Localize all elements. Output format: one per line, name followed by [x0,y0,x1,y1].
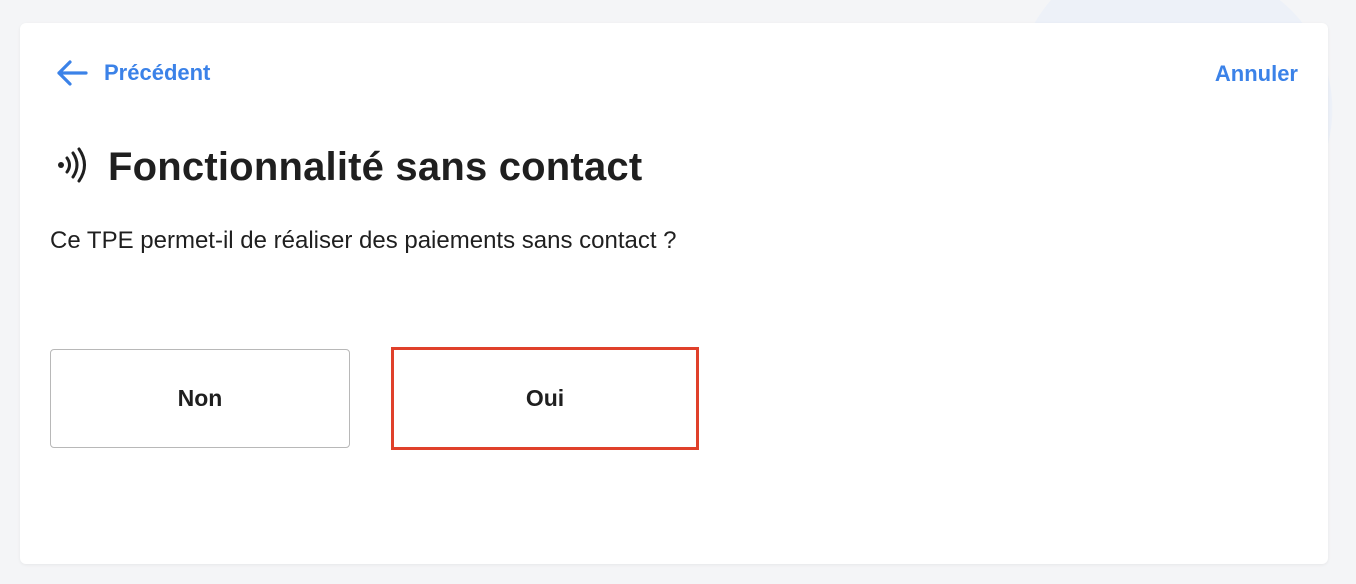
back-button[interactable]: Précédent [56,59,210,87]
page-title: Fonctionnalité sans contact [108,145,643,189]
title-row: Fonctionnalité sans contact [54,145,642,190]
contactless-icon [54,147,90,188]
choice-non-label: Non [177,385,223,411]
top-bar: Précédent Annuler [20,23,1328,123]
choice-oui-label: Oui [525,385,565,411]
question-text: Ce TPE permet-il de réaliser des paiemen… [50,227,677,254]
choice-non-button[interactable]: Non [50,349,350,448]
choice-oui-button[interactable]: Oui [391,347,699,450]
cancel-button[interactable]: Annuler [1215,61,1298,87]
arrow-left-icon [56,59,88,87]
step-card: Précédent Annuler Fonctionnalité sans co… [20,23,1328,564]
back-button-label: Précédent [104,60,211,85]
